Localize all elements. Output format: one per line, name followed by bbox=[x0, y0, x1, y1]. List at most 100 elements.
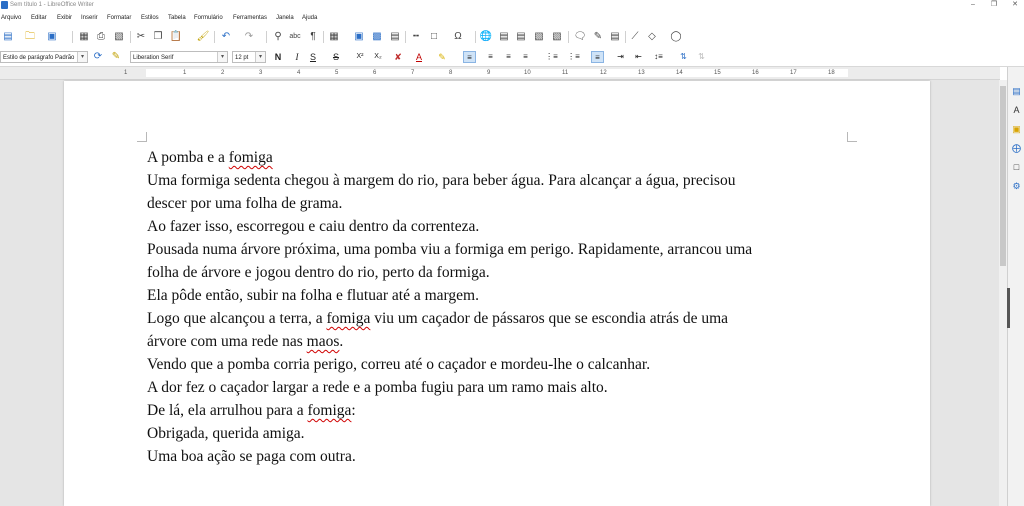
spelling-icon[interactable]: abc bbox=[289, 31, 301, 43]
basic-shapes-icon[interactable]: ◇ bbox=[646, 31, 658, 43]
formatting-marks-icon[interactable]: ¶ bbox=[307, 31, 319, 43]
footnote-icon[interactable]: ▤ bbox=[498, 31, 510, 43]
styles-icon[interactable]: A bbox=[1011, 105, 1022, 116]
navigator-icon[interactable]: ⨁ bbox=[1011, 143, 1022, 154]
increase-indent-icon[interactable]: ⇥ bbox=[614, 51, 627, 63]
text-line[interactable]: Ela pôde então, subir na folha e flutuar… bbox=[147, 284, 847, 307]
text-run[interactable]: Logo que alcançou a terra, a bbox=[147, 310, 326, 327]
text-run[interactable]: árvore com uma rede nas bbox=[147, 333, 307, 350]
text-run[interactable]: . bbox=[339, 333, 343, 350]
undo-icon[interactable]: ↶ bbox=[220, 31, 232, 43]
redo-icon[interactable]: ↷ bbox=[243, 31, 255, 43]
header-footer-icon[interactable]: ▤ bbox=[609, 31, 621, 43]
font-name-select[interactable]: Liberation Serif ▾ bbox=[130, 51, 228, 63]
text-run[interactable]: A pomba e a bbox=[147, 149, 229, 166]
text-run[interactable]: Obrigada, querida amiga. bbox=[147, 425, 305, 442]
menu-inserir[interactable]: Inserir bbox=[81, 14, 98, 23]
text-run[interactable]: Uma boa ação se paga com outra. bbox=[147, 448, 356, 465]
menu-ferramentas[interactable]: Ferramentas bbox=[233, 14, 267, 23]
text-run[interactable]: Ela pôde então, subir na folha e flutuar… bbox=[147, 287, 479, 304]
cut-icon[interactable]: ✂ bbox=[135, 31, 147, 43]
misspelled-word[interactable]: fomiga bbox=[229, 149, 273, 166]
decrease-paragraph-spacing-icon[interactable]: ⇅ bbox=[695, 51, 708, 63]
text-line[interactable]: A pomba e a fomiga bbox=[147, 146, 847, 169]
text-line[interactable]: descer por uma folha de grama. bbox=[147, 192, 847, 215]
menu-tabela[interactable]: Tabela bbox=[168, 14, 186, 23]
scrollbar-thumb[interactable] bbox=[1000, 86, 1006, 266]
new-document-icon[interactable]: ▤ bbox=[2, 31, 14, 43]
menu-janela[interactable]: Janela bbox=[276, 14, 294, 23]
text-run[interactable]: viu um caçador de pássaros que se escond… bbox=[370, 310, 728, 327]
insert-textbox-icon[interactable]: ▤ bbox=[389, 31, 401, 43]
menu-formatar[interactable]: Formatar bbox=[107, 14, 131, 23]
insert-chart-icon[interactable]: ▩ bbox=[371, 31, 383, 43]
bookmark-icon[interactable]: ▧ bbox=[533, 31, 545, 43]
maximize-icon[interactable]: ❐ bbox=[988, 0, 1000, 10]
find-replace-icon[interactable]: ⚲ bbox=[272, 31, 284, 43]
superscript-button[interactable]: X² bbox=[354, 51, 366, 63]
clone-formatting-icon[interactable]: 🖌 bbox=[197, 31, 210, 43]
copy-icon[interactable]: ❐ bbox=[152, 31, 164, 43]
italic-button[interactable]: I bbox=[292, 51, 302, 63]
text-run[interactable]: Ao fazer isso, escorregou e caiu dentro … bbox=[147, 218, 479, 235]
horizontal-ruler[interactable]: 1 1 2 3 4 5 6 7 8 9 10 11 12 13 14 15 16… bbox=[0, 67, 1000, 80]
menu-estilos[interactable]: Estilos bbox=[141, 14, 159, 23]
menu-editar[interactable]: Editar bbox=[31, 14, 47, 23]
endnote-icon[interactable]: ▤ bbox=[515, 31, 527, 43]
save-icon[interactable]: ▣ bbox=[46, 31, 58, 43]
track-changes-icon[interactable]: ✎ bbox=[592, 31, 604, 43]
align-left-button[interactable]: ≡ bbox=[463, 51, 476, 63]
numbering-icon[interactable]: ⋮≡ bbox=[567, 51, 580, 63]
vertical-scrollbar[interactable] bbox=[999, 80, 1007, 506]
close-icon[interactable]: ✕ bbox=[1009, 0, 1021, 10]
text-run[interactable]: Uma formiga sedenta chegou à margem do r… bbox=[147, 172, 735, 189]
strikethrough-button[interactable]: S bbox=[331, 51, 341, 63]
chevron-down-icon[interactable]: ▾ bbox=[217, 52, 227, 62]
paragraph-style-select[interactable]: Estilo de parágrafo Padrão ▾ bbox=[0, 51, 88, 63]
text-line[interactable]: árvore com uma rede nas maos. bbox=[147, 330, 847, 353]
chevron-down-icon[interactable]: ▾ bbox=[255, 52, 265, 62]
text-run[interactable]: De lá, ela arrulhou para a bbox=[147, 402, 308, 419]
subscript-button[interactable]: X₂ bbox=[372, 51, 384, 63]
menu-ajuda[interactable]: Ajuda bbox=[302, 14, 317, 23]
font-size-select[interactable]: 12 pt ▾ bbox=[232, 51, 266, 63]
line-spacing-icon[interactable]: ↕≡ bbox=[652, 51, 665, 63]
misspelled-word[interactable]: fomiga bbox=[308, 402, 352, 419]
page-break-icon[interactable]: ╍ bbox=[410, 31, 422, 43]
highlight-color-icon[interactable]: ✎ bbox=[436, 51, 448, 63]
insert-table-icon[interactable]: ▦ bbox=[328, 31, 340, 43]
comment-icon[interactable]: 🗨 bbox=[574, 31, 587, 43]
text-run[interactable]: descer por uma folha de grama. bbox=[147, 195, 342, 212]
insert-image-icon[interactable]: ▣ bbox=[353, 31, 365, 43]
insert-field-icon[interactable]: □ bbox=[428, 31, 440, 43]
misspelled-word[interactable]: maos bbox=[307, 333, 340, 350]
align-right-button[interactable]: ≡ bbox=[502, 51, 515, 63]
underline-button[interactable]: S bbox=[308, 51, 318, 63]
text-line[interactable]: Vendo que a pomba corria perigo, correu … bbox=[147, 353, 847, 376]
minimize-icon[interactable]: – bbox=[967, 0, 979, 10]
text-run[interactable]: Pousada numa árvore próxima, uma pomba v… bbox=[147, 241, 752, 258]
align-center-button[interactable]: ≡ bbox=[484, 51, 497, 63]
clear-formatting-icon[interactable]: ✘ bbox=[393, 51, 403, 63]
decrease-indent-icon[interactable]: ⇤ bbox=[632, 51, 645, 63]
text-line[interactable]: Pousada numa árvore próxima, uma pomba v… bbox=[147, 238, 847, 261]
print-icon[interactable]: ⎙ bbox=[95, 31, 107, 43]
text-line[interactable]: Ao fazer isso, escorregou e caiu dentro … bbox=[147, 215, 847, 238]
page-icon[interactable]: □ bbox=[1011, 162, 1022, 173]
text-line[interactable]: Obrigada, querida amiga. bbox=[147, 422, 847, 445]
text-line[interactable]: De lá, ela arrulhou para a fomiga: bbox=[147, 399, 847, 422]
outline-format-icon[interactable]: ≡ bbox=[591, 51, 604, 63]
open-folder-icon[interactable]: 🗀 bbox=[24, 31, 36, 43]
text-line[interactable]: Uma formiga sedenta chegou à margem do r… bbox=[147, 169, 847, 192]
menu-formulario[interactable]: Formulário bbox=[194, 14, 223, 23]
text-run[interactable]: folha de árvore e jogou dentro do rio, p… bbox=[147, 264, 490, 281]
special-character-icon[interactable]: Ω bbox=[452, 31, 464, 43]
properties-icon[interactable]: ▤ bbox=[1011, 86, 1022, 97]
print-preview-icon[interactable]: ▧ bbox=[113, 31, 125, 43]
gallery-icon[interactable]: ▣ bbox=[1011, 124, 1022, 135]
text-line[interactable]: Logo que alcançou a terra, a fomiga viu … bbox=[147, 307, 847, 330]
insert-line-icon[interactable]: ⟋ bbox=[629, 31, 641, 43]
document-text[interactable]: A pomba e a fomiga Uma formiga sedenta ch… bbox=[147, 146, 847, 468]
text-line[interactable]: folha de árvore e jogou dentro do rio, p… bbox=[147, 261, 847, 284]
cross-reference-icon[interactable]: ▧ bbox=[551, 31, 563, 43]
